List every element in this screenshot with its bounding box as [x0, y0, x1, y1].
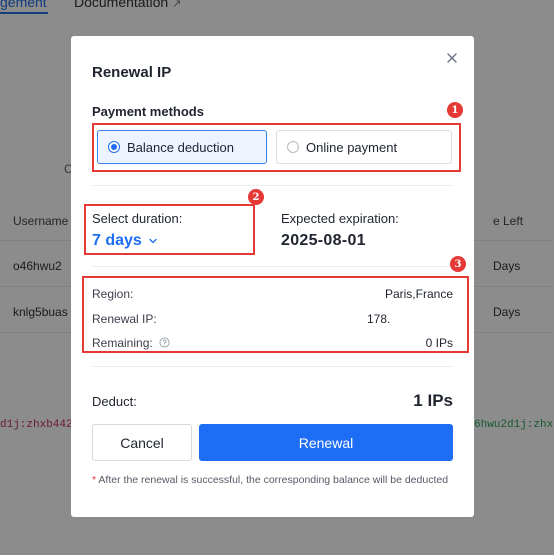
- annotation-badge-1: 1: [447, 102, 463, 118]
- annotation-box-duration: [84, 204, 255, 255]
- close-icon: [447, 53, 457, 63]
- deduct-value: 1 IPs: [413, 391, 453, 410]
- cancel-button[interactable]: Cancel: [92, 424, 192, 461]
- annotation-badge-2: 2: [248, 189, 264, 205]
- annotation-badge-3: 3: [450, 256, 466, 272]
- expected-expiration-label: Expected expiration:: [281, 211, 399, 226]
- close-button[interactable]: [444, 50, 460, 66]
- note-text: After the renewal is successful, the cor…: [96, 474, 449, 486]
- annotation-box-payment: [92, 123, 461, 172]
- renewal-note: * After the renewal is successful, the c…: [92, 475, 454, 486]
- section-divider: [92, 266, 453, 267]
- renewal-button[interactable]: Renewal: [199, 424, 453, 461]
- deduct-label: Deduct:: [92, 394, 137, 409]
- section-divider: [92, 185, 453, 186]
- section-divider: [92, 366, 453, 367]
- payment-methods-label: Payment methods: [92, 104, 204, 119]
- dialog-title: Renewal IP: [92, 64, 172, 81]
- annotation-box-details: [82, 276, 469, 353]
- expected-expiration-value: 2025-08-01: [281, 232, 366, 249]
